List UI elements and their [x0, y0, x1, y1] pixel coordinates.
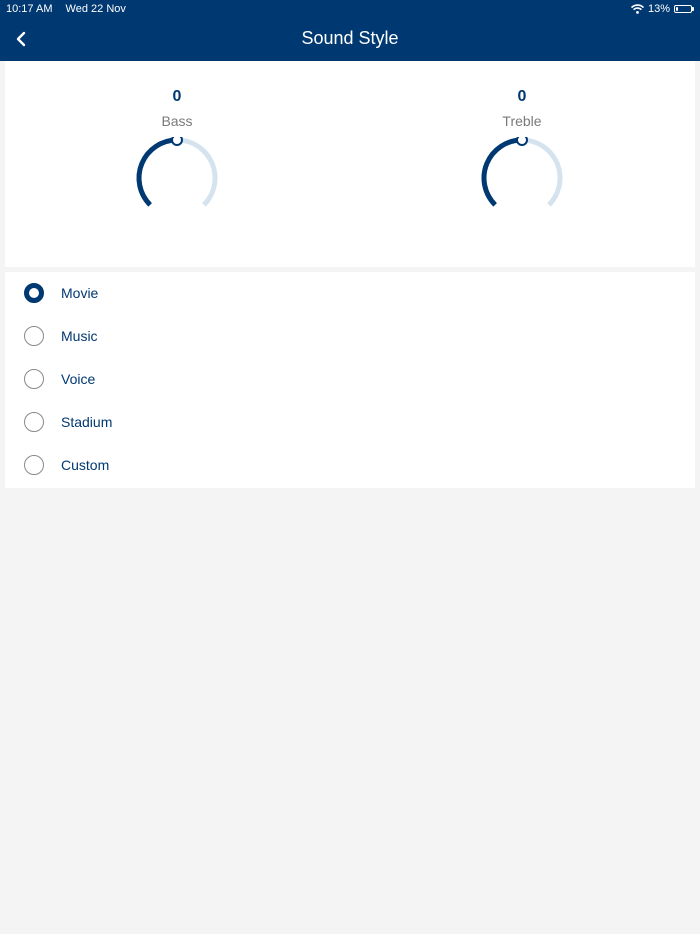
- treble-dial[interactable]: [462, 137, 582, 217]
- wifi-icon: [630, 4, 644, 14]
- status-date: Wed 22 Nov: [65, 3, 126, 15]
- radio-button[interactable]: [24, 369, 44, 389]
- battery-icon: [674, 5, 692, 13]
- sound-style-option-movie[interactable]: Movie: [5, 272, 695, 315]
- status-time: 10:17 AM: [6, 3, 53, 15]
- radio-button[interactable]: [24, 283, 44, 303]
- bass-value: 0: [172, 88, 182, 105]
- bass-dial[interactable]: [117, 137, 237, 217]
- sound-style-option-stadium[interactable]: Stadium: [5, 401, 695, 444]
- option-label: Custom: [61, 457, 110, 473]
- option-label: Music: [61, 328, 98, 344]
- radio-button[interactable]: [24, 412, 44, 432]
- sound-style-list: Movie Music Voice Stadium Custom: [5, 272, 695, 488]
- sound-style-option-custom[interactable]: Custom: [5, 444, 695, 487]
- battery-percent: 13%: [647, 3, 670, 15]
- treble-dial-handle[interactable]: [516, 137, 528, 146]
- treble-value: 0: [517, 88, 527, 105]
- nav-bar: Sound Style: [0, 18, 700, 61]
- status-bar: 10:17 AM Wed 22 Nov 13%: [0, 0, 700, 18]
- sound-style-option-music[interactable]: Music: [5, 315, 695, 358]
- treble-control: 0 Treble: [462, 61, 582, 267]
- treble-label: Treble: [502, 113, 542, 129]
- bass-label: Bass: [161, 113, 193, 129]
- radio-button[interactable]: [24, 326, 44, 346]
- option-label: Voice: [61, 371, 96, 387]
- equalizer-panel: 0 Bass 0 Treble: [5, 61, 695, 267]
- radio-button[interactable]: [24, 455, 44, 475]
- bass-dial-handle[interactable]: [171, 137, 183, 146]
- option-label: Movie: [61, 285, 99, 301]
- option-label: Stadium: [61, 414, 113, 430]
- treble-dial-progress: [481, 137, 523, 207]
- sound-style-option-voice[interactable]: Voice: [5, 358, 695, 401]
- battery-level: [676, 7, 678, 11]
- bass-control: 0 Bass: [117, 61, 237, 267]
- page-title: Sound Style: [301, 28, 399, 48]
- header: 10:17 AM Wed 22 Nov 13% Sound Style: [0, 0, 700, 61]
- bass-dial-progress: [136, 137, 178, 207]
